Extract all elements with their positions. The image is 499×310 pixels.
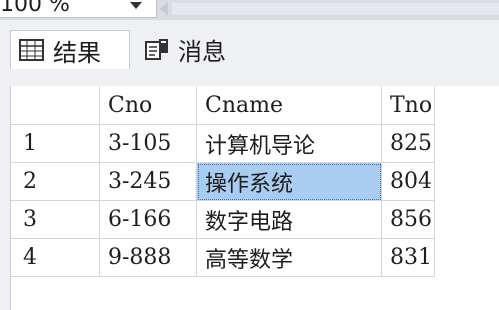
grid-icon (19, 39, 44, 61)
cell-cname-selected[interactable]: 操作系统 (196, 162, 382, 201)
cell-cno[interactable]: 3-105 (99, 124, 197, 163)
chevron-down-icon[interactable] (130, 2, 142, 9)
cell-cno[interactable]: 3-245 (99, 162, 197, 201)
scroll-left-arrow-icon[interactable] (160, 2, 168, 16)
cell-cname[interactable]: 高等数学 (196, 238, 382, 277)
table-row: 2 3-245 操作系统 804 (11, 162, 435, 201)
tab-messages[interactable]: 消息 (136, 30, 254, 68)
messages-icon (145, 39, 168, 60)
zoom-value: 100 % (0, 0, 70, 17)
header-row: Cno Cname Tno (11, 86, 435, 125)
cell-tno[interactable]: 804 (381, 162, 435, 201)
tab-results-label: 结果 (53, 38, 101, 67)
cell-cno[interactable]: 9-888 (99, 238, 197, 277)
row-number[interactable]: 4 (11, 238, 100, 277)
row-number[interactable]: 3 (11, 200, 100, 239)
cell-cno[interactable]: 6-166 (99, 200, 197, 239)
table-row: 3 6-166 数字电路 856 (11, 200, 435, 239)
cell-tno[interactable]: 856 (381, 200, 435, 239)
result-tabs: 结果 消息 (0, 20, 499, 85)
column-header-cno[interactable]: Cno (99, 86, 197, 125)
horizontal-scrollbar[interactable] (172, 3, 499, 15)
tab-results[interactable]: 结果 (10, 30, 130, 69)
row-number-header[interactable] (11, 86, 100, 125)
cell-tno[interactable]: 831 (381, 238, 435, 277)
cell-cname[interactable]: 数字电路 (196, 200, 382, 239)
zoom-select[interactable]: 100 % (0, 0, 157, 18)
column-header-tno[interactable]: Tno (381, 86, 435, 125)
tab-messages-label: 消息 (178, 37, 226, 66)
column-header-cname[interactable]: Cname (196, 86, 382, 125)
row-number[interactable]: 2 (11, 162, 100, 201)
zoom-toolbar: 100 % (0, 0, 499, 20)
results-grid: Cno Cname Tno 1 3-105 计算机导论 825 2 3-245 … (10, 86, 499, 310)
cell-tno[interactable]: 825 (381, 124, 435, 163)
results-table: Cno Cname Tno 1 3-105 计算机导论 825 2 3-245 … (11, 86, 435, 277)
row-number[interactable]: 1 (11, 124, 100, 163)
table-row: 1 3-105 计算机导论 825 (11, 124, 435, 163)
cell-cname[interactable]: 计算机导论 (196, 124, 382, 163)
table-row: 4 9-888 高等数学 831 (11, 238, 435, 277)
